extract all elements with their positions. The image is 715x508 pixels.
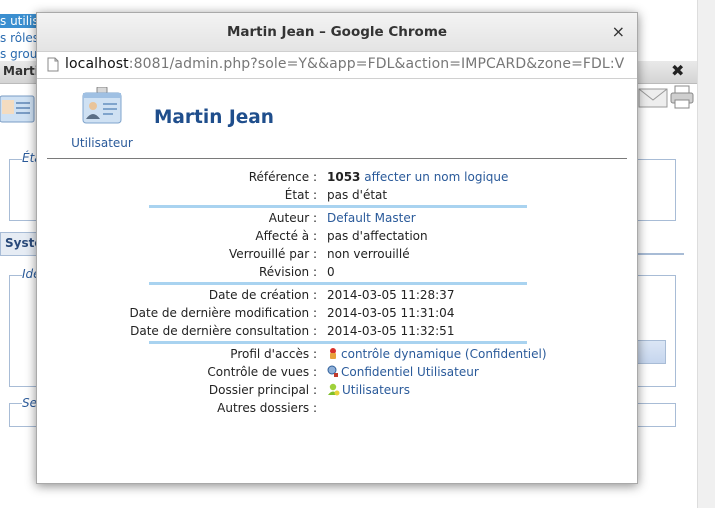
other-folders-label: Autres dossiers :	[217, 401, 317, 415]
address-bar[interactable]: localhost:8081/admin.php?sole=Y&&app=FDL…	[37, 52, 637, 79]
url-text[interactable]: localhost:8081/admin.php?sole=Y&&app=FDL…	[65, 56, 633, 72]
user-card-icon	[82, 87, 122, 124]
assign-logical-name-link[interactable]: affecter un nom logique	[364, 170, 508, 184]
profile-label: Profil d'accès :	[230, 347, 317, 361]
row-state: État : pas d'état	[37, 188, 637, 206]
row-consulted: Date de dernière consultation : 2014-03-…	[37, 324, 637, 342]
assigned-label: Affecté à :	[255, 229, 317, 243]
row-assigned: Affecté à : pas d'affectation	[37, 229, 637, 247]
row-other-folders: Autres dossiers :	[37, 401, 637, 419]
document-title: Martin Jean	[154, 107, 274, 128]
bg-user-card-icon	[0, 95, 35, 123]
author-link[interactable]: Default Master	[327, 211, 416, 225]
window-title: Martin Jean – Google Chrome	[226, 24, 448, 40]
bg-security-legend: Se	[22, 396, 37, 410]
revision-label: Révision :	[258, 265, 317, 279]
profile-lock-icon	[330, 348, 336, 359]
row-revision: Révision : 0	[37, 265, 637, 283]
bg-close-icon[interactable]: ✖	[671, 61, 684, 80]
locked-label: Verrouillé par :	[229, 247, 317, 261]
row-reference: Référence : 1053 affecter un nom logique	[37, 170, 637, 188]
window-titlebar[interactable]: Martin Jean – Google Chrome ×	[37, 13, 637, 52]
bg-mail-icon[interactable]	[638, 86, 670, 110]
reference-number: 1053	[327, 170, 361, 184]
section-separator	[149, 205, 527, 208]
row-modified: Date de dernière modification : 2014-03-…	[37, 306, 637, 324]
row-created: Date de création : 2014-03-05 11:28:37	[37, 288, 637, 306]
popup-window: Martin Jean – Google Chrome × localhost:…	[36, 12, 638, 484]
revision-value: 0	[327, 265, 335, 279]
state-label: État :	[284, 188, 317, 202]
assigned-value: pas d'affectation	[327, 229, 428, 243]
consulted-label: Date de dernière consultation :	[130, 324, 317, 338]
row-main-folder: Dossier principal : Utilisateurs	[37, 383, 637, 401]
section-separator	[149, 282, 527, 285]
locked-value: non verrouillé	[327, 247, 410, 261]
main-folder-link[interactable]: Utilisateurs	[342, 383, 410, 397]
bg-document-title: Marti	[3, 64, 39, 78]
url-host: localhost	[65, 56, 129, 72]
title-divider	[47, 158, 627, 159]
reference-label: Référence :	[248, 170, 317, 184]
state-value: pas d'état	[327, 188, 388, 202]
view-control-icon	[327, 365, 338, 377]
created-label: Date de création :	[208, 288, 317, 302]
bg-print-icon[interactable]	[670, 84, 696, 110]
main-folder-label: Dossier principal :	[208, 383, 317, 397]
row-view-control: Contrôle de vues : Confidentiel Utilisat…	[37, 365, 637, 383]
row-locked: Verrouillé par : non verrouillé	[37, 247, 637, 265]
modified-label: Date de dernière modification :	[129, 306, 317, 320]
bg-scrollbar[interactable]	[697, 0, 715, 508]
created-value: 2014-03-05 11:28:37	[327, 288, 455, 302]
window-close-button[interactable]: ×	[612, 22, 625, 41]
consulted-value: 2014-03-05 11:32:51	[327, 324, 455, 338]
profile-link[interactable]: contrôle dynamique (Confidentiel)	[341, 347, 547, 361]
row-author: Auteur : Default Master	[37, 211, 637, 229]
view-control-link[interactable]: Confidentiel Utilisateur	[341, 365, 479, 379]
author-label: Auteur :	[268, 211, 317, 225]
users-folder-icon	[328, 383, 340, 396]
reference-value: 1053 affecter un nom logique	[327, 170, 508, 184]
page-icon	[47, 57, 59, 72]
family-caption: Utilisateur	[71, 136, 133, 150]
view-control-label: Contrôle de vues :	[207, 365, 317, 379]
row-profile: Profil d'accès : contrôle dynamique (Con…	[37, 347, 637, 365]
url-path: :8081/admin.php?sole=Y&&app=FDL&action=I…	[128, 56, 625, 72]
section-separator	[149, 341, 527, 344]
document-card: Utilisateur Martin Jean Référence : 1053…	[37, 79, 637, 483]
bg-link-roles[interactable]: s rôles	[0, 31, 39, 45]
modified-value: 2014-03-05 11:31:04	[327, 306, 455, 320]
